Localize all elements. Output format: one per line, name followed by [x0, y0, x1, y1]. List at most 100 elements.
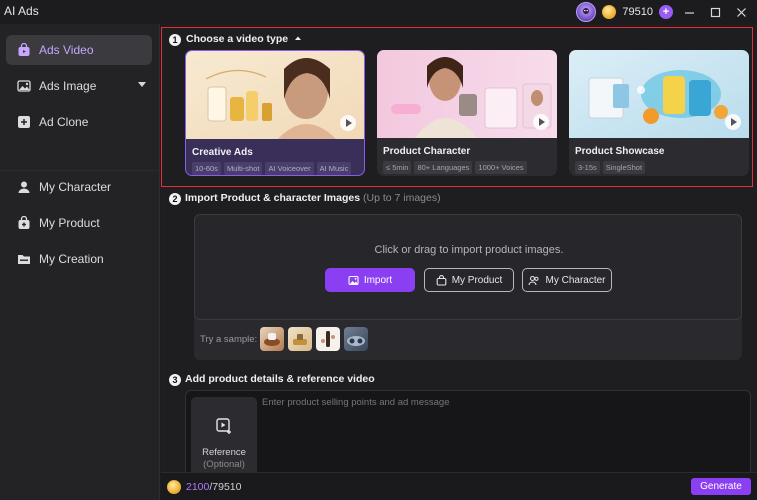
card-tag: AI Voiceover	[265, 162, 314, 175]
sidebar-item-ads-image[interactable]: Ads Image	[6, 71, 152, 101]
sidebar-item-my-character[interactable]: My Character	[6, 172, 152, 202]
card-title: Product Showcase	[575, 146, 665, 157]
section-title[interactable]: Choose a video type	[186, 33, 302, 45]
sample-thumbnail[interactable]	[344, 327, 368, 351]
video-type-card-product-showcase[interactable]: Product Showcase 3-15s SingleShot	[569, 50, 749, 176]
maximize-button[interactable]	[705, 2, 725, 22]
video-bag-icon	[16, 43, 31, 58]
video-type-card-product-character[interactable]: Product Character ≤ 5min 80+ Languages 1…	[377, 50, 557, 176]
import-button-label: Import	[363, 274, 393, 286]
reference-label: Reference	[202, 447, 246, 458]
sidebar-divider	[0, 170, 160, 171]
image-drop-zone[interactable]: Click or drag to import product images. …	[194, 214, 742, 320]
user-icon	[16, 180, 31, 195]
card-title: Creative Ads	[192, 147, 253, 158]
card-tag: 3-15s	[575, 161, 600, 174]
step-number: 3	[169, 374, 181, 386]
my-character-button[interactable]: My Character	[522, 268, 612, 292]
card-tag: AI Music	[316, 162, 352, 175]
card-tag: SingleShot	[602, 161, 646, 174]
credit-usage: 2100/79510	[167, 480, 241, 494]
video-type-section: 1 Choose a video type Creative Ads 10-60…	[161, 27, 753, 187]
product-bag-icon	[16, 216, 31, 231]
video-type-card-creative-ads[interactable]: Creative Ads 10-60s Multi-shot AI Voiceo…	[185, 50, 365, 176]
sidebar-item-label: Ads Image	[39, 79, 97, 93]
card-thumbnail	[186, 51, 364, 139]
card-tag: 1000+ Voices	[475, 161, 527, 174]
minimize-icon	[684, 11, 694, 14]
card-tags: 3-15s SingleShot	[575, 161, 646, 174]
card-tag: 10-60s	[192, 162, 221, 175]
sidebar-item-label: My Creation	[39, 252, 104, 266]
import-image-icon	[348, 275, 359, 285]
product-details-input[interactable]: Enter product selling points and ad mess…	[262, 397, 449, 408]
minimize-button[interactable]	[679, 2, 699, 22]
sidebar-item-my-creation[interactable]: My Creation	[6, 244, 152, 274]
add-clone-icon	[16, 115, 31, 130]
sidebar-item-label: Ad Clone	[39, 115, 89, 129]
app-window: AI Ads 79510 + Ads Video Ads Image Ad Cl…	[0, 0, 757, 500]
app-title: AI Ads	[4, 4, 39, 18]
card-tag: Multi-shot	[223, 162, 263, 175]
section-subtitle: (Up to 7 images)	[362, 192, 441, 204]
sidebar-item-ad-clone[interactable]: Ad Clone	[6, 107, 152, 137]
play-preview-button[interactable]	[533, 114, 549, 130]
section-title: Add product details & reference video	[185, 373, 375, 385]
card-thumbnail	[569, 50, 749, 138]
close-button[interactable]	[731, 2, 751, 22]
play-preview-button[interactable]	[340, 115, 356, 131]
sidebar-item-my-product[interactable]: My Product	[6, 208, 152, 238]
card-tag: 80+ Languages	[414, 161, 473, 174]
credit-balance: 79510	[622, 6, 653, 18]
add-credits-button[interactable]: +	[659, 5, 673, 19]
image-icon	[16, 79, 31, 94]
reference-video-upload[interactable]: Reference (Optional)	[191, 397, 257, 477]
sidebar-item-label: My Product	[39, 216, 100, 230]
folder-icon	[16, 252, 31, 267]
sample-thumbnail[interactable]	[288, 327, 312, 351]
close-icon	[736, 7, 746, 17]
main-panel: 1 Choose a video type Creative Ads 10-60…	[161, 24, 757, 500]
coin-icon	[602, 5, 617, 19]
avatar-face-icon	[583, 8, 590, 14]
my-product-button[interactable]: My Product	[424, 268, 514, 292]
titlebar-controls: 79510 +	[576, 1, 751, 23]
step-number: 1	[169, 34, 181, 46]
step-number: 2	[169, 193, 181, 205]
credits-used: 2100	[186, 481, 210, 493]
import-button[interactable]: Import	[325, 268, 415, 292]
user-avatar[interactable]	[576, 2, 597, 22]
add-video-icon	[216, 418, 231, 434]
coin-icon	[167, 480, 181, 494]
card-tags: 10-60s Multi-shot AI Voiceover AI Music	[192, 162, 352, 175]
sidebar-item-label: Ads Video	[39, 43, 94, 57]
card-tag: ≤ 5min	[383, 161, 412, 174]
chevron-down-icon[interactable]	[138, 82, 146, 87]
maximize-icon	[710, 7, 720, 17]
credits-total: /79510	[209, 481, 242, 493]
sample-label: Try a sample:	[200, 334, 258, 345]
chevron-up-icon	[295, 36, 302, 40]
card-tags: ≤ 5min 80+ Languages 1000+ Voices	[383, 161, 527, 174]
sample-thumbnail[interactable]	[316, 327, 340, 351]
card-thumbnail	[377, 50, 557, 138]
bottom-bar: 2100/79510 Generate	[161, 472, 757, 500]
section-title-text: Import Product & character Images	[185, 192, 361, 204]
sidebar-item-ads-video[interactable]: Ads Video	[6, 35, 152, 65]
product-bag-icon	[436, 274, 447, 286]
my-product-button-label: My Product	[451, 274, 503, 286]
generate-button[interactable]: Generate	[691, 478, 751, 495]
card-title: Product Character	[383, 146, 471, 157]
my-character-button-label: My Character	[545, 274, 606, 286]
play-preview-button[interactable]	[725, 114, 741, 130]
drop-zone-text: Click or drag to import product images.	[374, 244, 564, 256]
import-images-panel: Click or drag to import product images. …	[194, 214, 742, 360]
reference-optional-label: (Optional)	[203, 459, 245, 470]
title-bar: AI Ads 79510 +	[0, 0, 757, 24]
section-title: Import Product & character Images (Up to…	[185, 192, 441, 204]
users-icon	[528, 275, 540, 285]
sample-thumbnail[interactable]	[260, 327, 284, 351]
section-title-text: Choose a video type	[186, 33, 289, 45]
sidebar-item-label: My Character	[39, 180, 112, 194]
sidebar: Ads Video Ads Image Ad Clone My Characte…	[0, 24, 160, 500]
